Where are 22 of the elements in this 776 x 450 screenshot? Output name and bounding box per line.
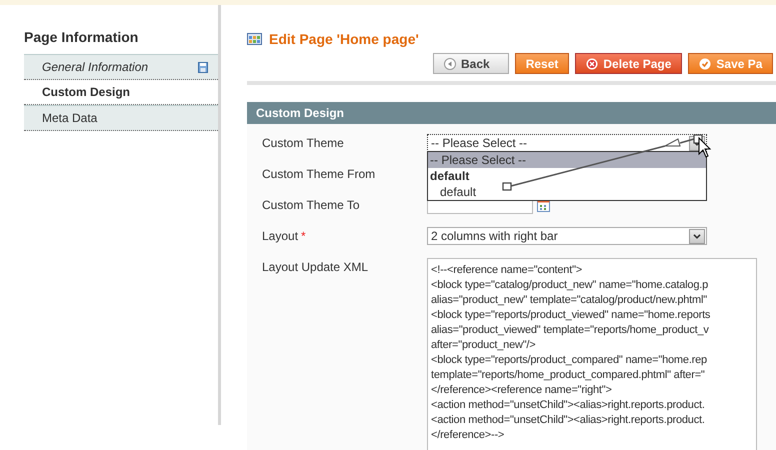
- option-group-label: default: [429, 168, 470, 184]
- back-icon: [444, 58, 456, 70]
- sidebar-title: Page Information: [24, 29, 140, 45]
- page-title: Edit Page 'Home page': [269, 31, 419, 47]
- close-icon: [586, 58, 598, 70]
- field-label: Custom Theme: [262, 136, 344, 150]
- check-icon: [699, 58, 712, 70]
- section-header: Custom Design: [247, 102, 776, 124]
- select-field[interactable]: 2 columns with right bar: [427, 227, 707, 245]
- field-label: Custom Theme To: [262, 198, 360, 212]
- sidebar-tab[interactable]: Meta Data: [24, 105, 218, 131]
- field-label: Custom Theme From: [262, 167, 376, 181]
- xml-textarea[interactable]: <!--<reference name="content"> <block type="catalog/product_new" name="home.catalog.p alias="product_new" template="catalog/product/new.phtml" <block type="reports/product_viewed" name="home.reports alias="product_viewed" template="reports/home_product_v after="product_new"/> <block type="reports/product_compared" name="home.rep template="reports/home_product_compared.phtml" after=" </reference><reference name="right"> <action method="unsetChild"><alias>right.reports.product. <action method="unsetChild"><alias>right.reports.product. </reference>-->: [427, 258, 757, 450]
- dropdown-option[interactable]: default: [428, 184, 706, 200]
- field-label: Layout Update XML: [262, 260, 368, 274]
- save-icon: [198, 62, 208, 72]
- grid-icon: [247, 33, 262, 45]
- back-button[interactable]: Back: [433, 53, 509, 74]
- sidebar-tab[interactable]: General Information: [24, 54, 218, 80]
- dropdown-option[interactable]: -- Please Select --: [428, 152, 706, 168]
- field-label: Layout: [262, 229, 298, 243]
- required-mark: *: [301, 229, 306, 243]
